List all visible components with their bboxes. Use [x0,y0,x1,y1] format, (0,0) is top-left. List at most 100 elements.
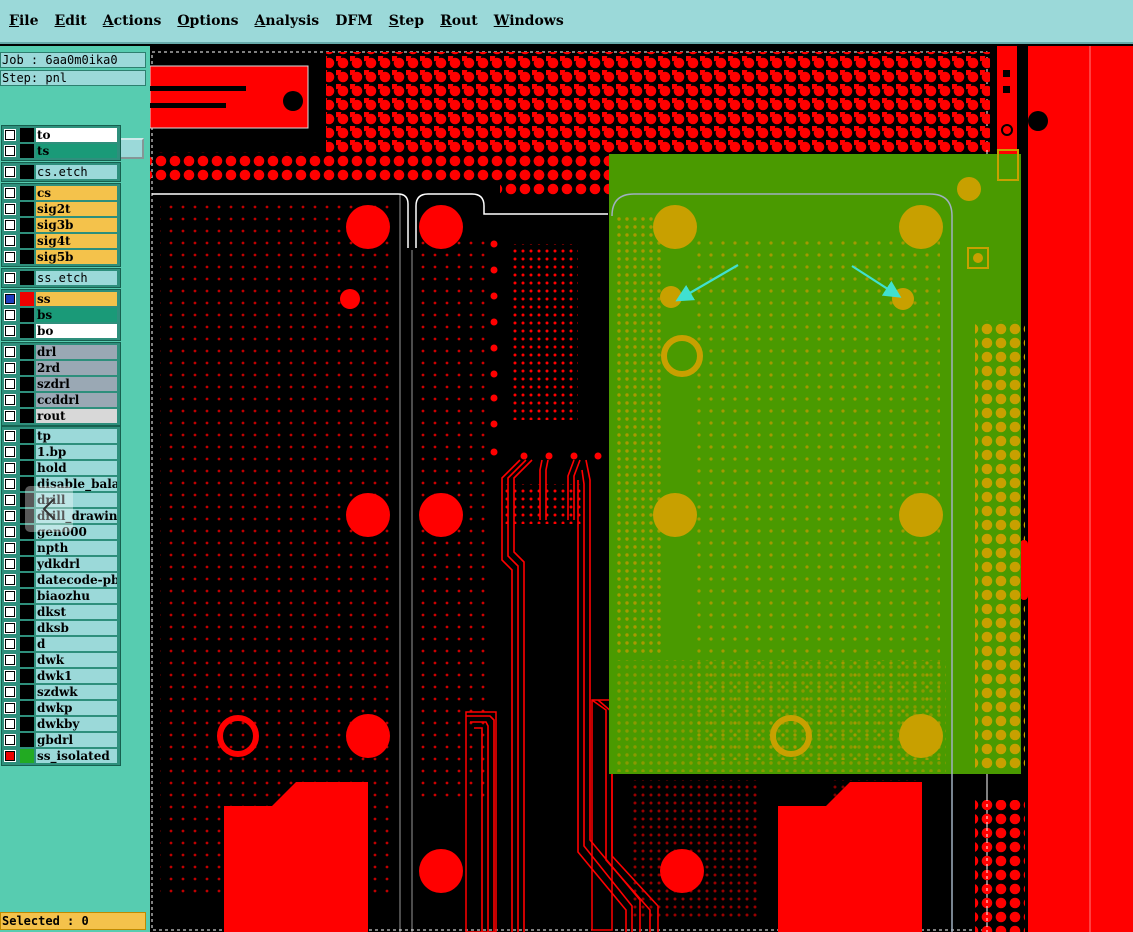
layer-row-drl[interactable]: drl [1,344,117,360]
layer-name[interactable]: szdwk [36,685,117,699]
layer-row-bo[interactable]: bo [1,323,117,339]
layer-checkbox[interactable] [5,479,15,489]
layer-color-swatch[interactable] [20,733,34,747]
menu-windows[interactable]: Windows [494,13,564,29]
layer-color-swatch[interactable] [20,202,34,216]
layer-name[interactable]: ccddrl [36,393,117,407]
layer-row-ydkdrl[interactable]: ydkdrl [1,556,117,572]
menu-edit[interactable]: Edit [55,13,87,29]
layer-row-npth[interactable]: npth [1,540,117,556]
layer-checkbox[interactable] [5,671,15,681]
layer-name[interactable]: gbdrl [36,733,117,747]
layer-checkbox[interactable] [5,294,15,304]
layer-row-bs[interactable]: bs [1,307,117,323]
layer-checkbox[interactable] [5,310,15,320]
layer-name[interactable]: dwkp [36,701,117,715]
layer-color-swatch[interactable] [20,749,34,763]
menu-options[interactable]: Options [177,13,238,29]
layer-color-swatch[interactable] [20,605,34,619]
layer-color-swatch[interactable] [20,393,34,407]
menu-actions[interactable]: Actions [103,13,162,29]
layer-color-swatch[interactable] [20,409,34,423]
layer-row-2rd[interactable]: 2rd [1,360,117,376]
layer-name[interactable]: bo [36,324,117,338]
layer-checkbox[interactable] [5,559,15,569]
layer-row-tp[interactable]: tp [1,428,117,444]
layer-checkbox[interactable] [5,273,15,283]
layer-checkbox[interactable] [5,463,15,473]
layer-color-swatch[interactable] [20,324,34,338]
layer-checkbox[interactable] [5,735,15,745]
layer-checkbox[interactable] [5,607,15,617]
layer-name[interactable]: biaozhu [36,589,117,603]
layer-checkbox[interactable] [5,623,15,633]
layer-row-dwk1[interactable]: dwk1 [1,668,117,684]
layer-name[interactable]: szdrl [36,377,117,391]
menu-file[interactable]: File [9,13,39,29]
layer-name[interactable]: ss.etch [36,271,117,285]
layer-checkbox[interactable] [5,411,15,421]
layer-row-datecode-pbe[interactable]: datecode-pbe [1,572,117,588]
layer-color-swatch[interactable] [20,165,34,179]
layer-row-cs.etch[interactable]: cs.etch [1,164,117,180]
layer-name[interactable]: d [36,637,117,651]
layer-color-swatch[interactable] [20,128,34,142]
layer-checkbox[interactable] [5,130,15,140]
layer-name[interactable]: ss [36,292,117,306]
layer-color-swatch[interactable] [20,557,34,571]
layer-color-swatch[interactable] [20,621,34,635]
layer-name[interactable]: ydkdrl [36,557,117,571]
layer-checkbox[interactable] [5,655,15,665]
menu-analysis[interactable]: Analysis [255,13,320,29]
layer-name[interactable]: tp [36,429,117,443]
menu-step[interactable]: Step [389,13,424,29]
layer-checkbox[interactable] [5,236,15,246]
layer-checkbox[interactable] [5,146,15,156]
layer-row-szdwk[interactable]: szdwk [1,684,117,700]
layer-checkbox[interactable] [5,220,15,230]
layer-row-rout[interactable]: rout [1,408,117,424]
layer-row-sig3b[interactable]: sig3b [1,217,117,233]
layer-color-swatch[interactable] [20,461,34,475]
layer-checkbox[interactable] [5,363,15,373]
layer-name[interactable]: dkst [36,605,117,619]
layer-row-biaozhu[interactable]: biaozhu [1,588,117,604]
layer-name[interactable]: to [36,128,117,142]
layer-row-d[interactable]: d [1,636,117,652]
layer-checkbox[interactable] [5,188,15,198]
layer-name[interactable]: 2rd [36,361,117,375]
layer-name[interactable]: ts [36,144,117,158]
layer-checkbox[interactable] [5,379,15,389]
layer-row-ss_isolated[interactable]: ss_isolated [1,748,117,764]
layer-color-swatch[interactable] [20,234,34,248]
layer-color-swatch[interactable] [20,429,34,443]
layer-row-dwk[interactable]: dwk [1,652,117,668]
layer-color-swatch[interactable] [20,292,34,306]
layer-checkbox[interactable] [5,495,15,505]
layer-color-swatch[interactable] [20,573,34,587]
layer-checkbox[interactable] [5,204,15,214]
layer-color-swatch[interactable] [20,186,34,200]
layer-color-swatch[interactable] [20,653,34,667]
layer-row-dkst[interactable]: dkst [1,604,117,620]
layer-checkbox[interactable] [5,347,15,357]
layer-checkbox[interactable] [5,543,15,553]
layer-checkbox[interactable] [5,511,15,521]
layer-name[interactable]: sig4t [36,234,117,248]
layer-row-ss[interactable]: ss [1,291,117,307]
layer-color-swatch[interactable] [20,218,34,232]
layer-name[interactable]: npth [36,541,117,555]
layer-name[interactable]: dwkby [36,717,117,731]
layer-row-hold[interactable]: hold [1,460,117,476]
layer-name[interactable]: bs [36,308,117,322]
layer-checkbox[interactable] [5,395,15,405]
layer-checkbox[interactable] [5,326,15,336]
layer-color-swatch[interactable] [20,445,34,459]
layer-row-to[interactable]: to [1,127,117,143]
layer-color-swatch[interactable] [20,541,34,555]
layer-color-swatch[interactable] [20,144,34,158]
layer-color-swatch[interactable] [20,717,34,731]
layer-color-swatch[interactable] [20,250,34,264]
menu-rout[interactable]: Rout [440,13,478,29]
layer-row-dwkby[interactable]: dwkby [1,716,117,732]
